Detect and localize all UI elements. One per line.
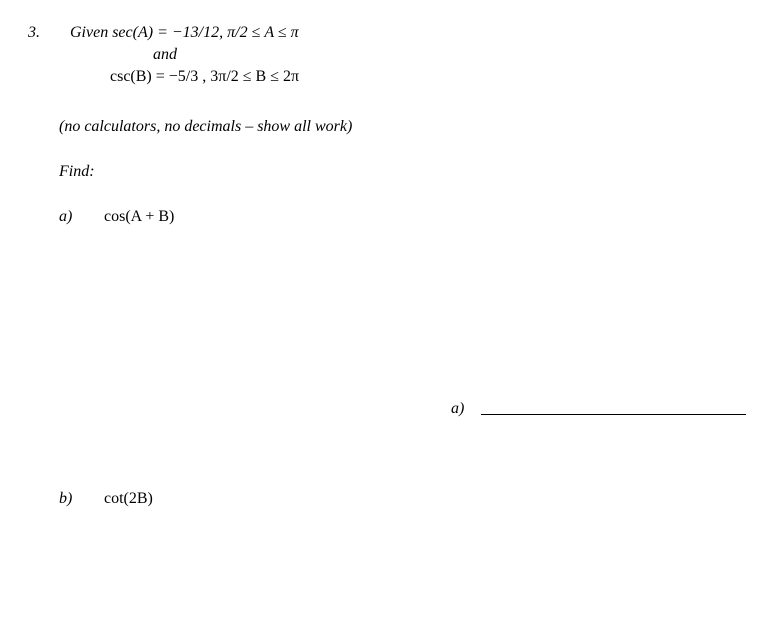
problem-number: 3. <box>28 24 40 42</box>
part-b-expression: cot(2B) <box>104 490 153 508</box>
given-and: and <box>153 46 177 64</box>
find-label: Find: <box>59 163 95 181</box>
page: 3. Given sec(A) = −13/12, π/2 ≤ A ≤ π an… <box>0 0 784 617</box>
part-a-expression: cos(A + B) <box>104 208 174 226</box>
given-math-2: csc(B) = −5/3 , 3π/2 ≤ B ≤ 2π <box>110 68 299 85</box>
given-line-1: Given sec(A) = −13/12, π/2 ≤ A ≤ π <box>70 24 299 42</box>
given-line-2: csc(B) = −5/3 , 3π/2 ≤ B ≤ 2π <box>110 68 299 86</box>
part-b-label: b) <box>59 490 72 508</box>
given-math-1: sec(A) = −13/12, π/2 ≤ A ≤ π <box>112 24 298 41</box>
part-b-math: cot(2B) <box>104 490 153 507</box>
answer-a-label: a) <box>451 400 464 418</box>
part-a-math: cos(A + B) <box>104 208 174 225</box>
part-a-label: a) <box>59 208 72 226</box>
answer-a-blank-line <box>481 414 746 415</box>
given-prefix: Given <box>70 24 112 41</box>
instruction-text: (no calculators, no decimals – show all … <box>59 118 352 136</box>
